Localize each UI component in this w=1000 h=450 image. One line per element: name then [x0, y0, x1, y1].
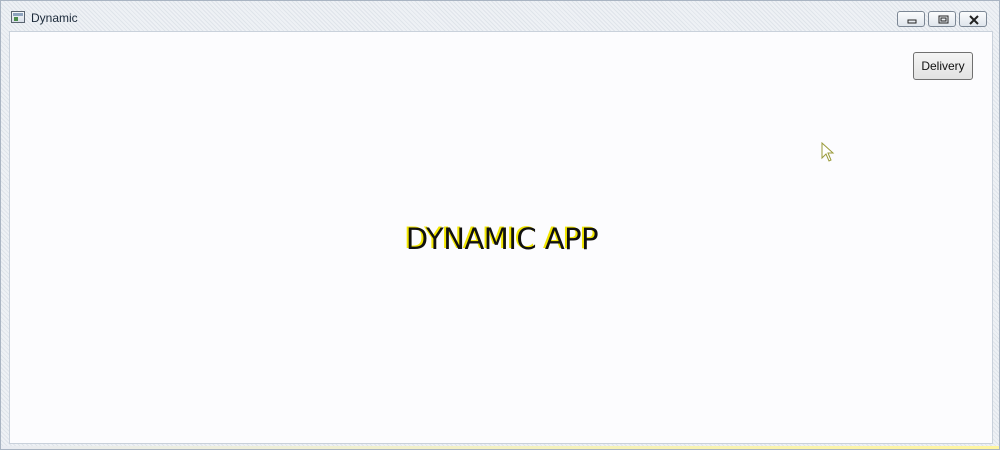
- window-title: Dynamic: [31, 11, 78, 25]
- title-bar[interactable]: Dynamic: [1, 1, 999, 31]
- mouse-cursor-icon: [821, 142, 835, 162]
- app-icon[interactable]: [11, 11, 25, 23]
- window-bottom-edge: [1, 446, 999, 449]
- app-headline: DYNAMIC APP: [405, 222, 599, 256]
- restore-icon: [938, 15, 949, 24]
- close-button[interactable]: [959, 11, 987, 27]
- maximize-button[interactable]: [928, 11, 956, 27]
- app-window: Dynamic Delivery DYNAMIC APP: [0, 0, 1000, 450]
- minimize-button[interactable]: [897, 11, 925, 27]
- minimize-icon: [907, 19, 917, 24]
- delivery-button[interactable]: Delivery: [913, 52, 973, 80]
- close-icon: [969, 15, 979, 25]
- caption-buttons: [897, 11, 987, 27]
- client-area: Delivery DYNAMIC APP: [9, 31, 993, 444]
